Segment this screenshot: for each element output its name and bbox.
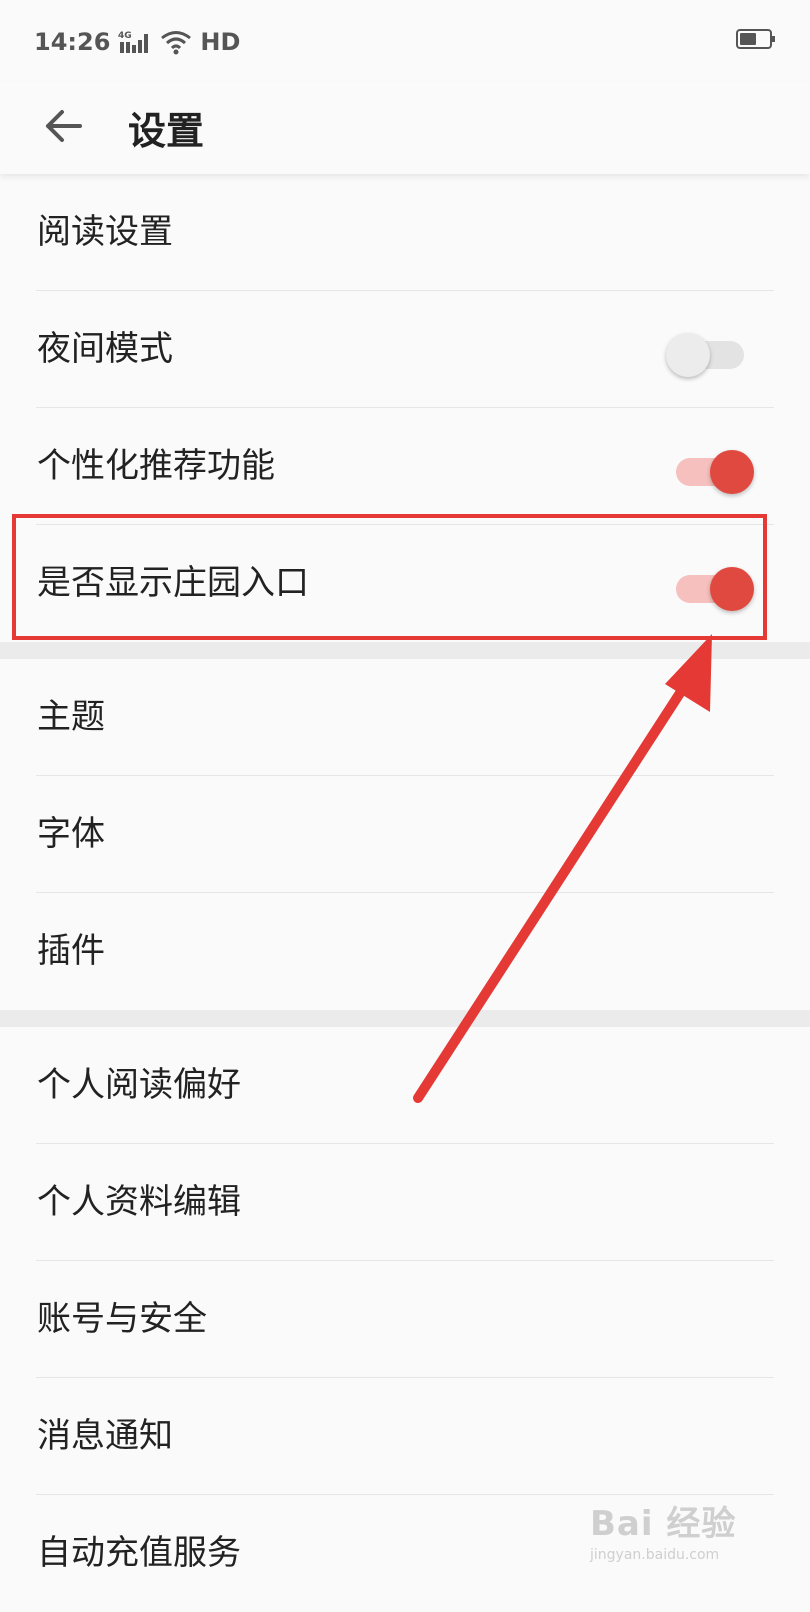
setting-label: 夜间模式 <box>37 329 173 369</box>
setting-show-manor-entry[interactable]: 是否显示庄园入口 <box>0 525 810 642</box>
setting-label: 主题 <box>37 697 105 737</box>
signal-icon: 4G <box>118 29 152 55</box>
night-mode-toggle[interactable] <box>666 331 748 377</box>
setting-label: 是否显示庄园入口 <box>37 563 309 603</box>
setting-label: 个人资料编辑 <box>37 1182 241 1222</box>
toggle-thumb <box>666 333 710 377</box>
status-left: 14:26 4G HD <box>34 22 240 62</box>
setting-theme[interactable]: 主题 <box>0 659 810 776</box>
setting-label: 字体 <box>37 814 105 854</box>
setting-plugins[interactable]: 插件 <box>0 893 810 1010</box>
toggle-thumb <box>710 450 754 494</box>
section-separator <box>0 642 810 659</box>
setting-label: 账号与安全 <box>37 1299 207 1339</box>
setting-label: 阅读设置 <box>37 212 173 252</box>
setting-label: 插件 <box>37 931 105 971</box>
hd-indicator: HD <box>200 28 241 56</box>
wifi-icon <box>160 29 192 55</box>
setting-reading[interactable]: 阅读设置 <box>0 174 810 291</box>
arrow-left-icon[interactable] <box>40 102 88 150</box>
setting-profile-edit[interactable]: 个人资料编辑 <box>0 1144 810 1261</box>
setting-label: 个性化推荐功能 <box>37 446 275 486</box>
recommendation-toggle[interactable] <box>672 448 754 494</box>
setting-notifications[interactable]: 消息通知 <box>0 1378 810 1495</box>
watermark-sub: jingyan.baidu.com <box>590 1547 720 1563</box>
setting-account-security[interactable]: 账号与安全 <box>0 1261 810 1378</box>
setting-label: 消息通知 <box>37 1416 173 1456</box>
toggle-thumb <box>710 567 754 611</box>
svg-text:4G: 4G <box>118 31 132 41</box>
settings-list: 阅读设置 夜间模式 个性化推荐功能 是否显示庄园入口 主题 字体 插件 个人阅读… <box>0 174 810 1612</box>
setting-night-mode[interactable]: 夜间模式 <box>0 291 810 408</box>
setting-reading-preference[interactable]: 个人阅读偏好 <box>0 1027 810 1144</box>
section-separator <box>0 1010 810 1027</box>
setting-label: 个人阅读偏好 <box>37 1065 241 1105</box>
status-time: 14:26 <box>34 28 111 56</box>
baidu-watermark: Bai 经验 jingyan.baidu.com <box>590 1496 790 1576</box>
manor-entry-toggle[interactable] <box>672 565 754 611</box>
page-title: 设置 <box>128 109 205 153</box>
setting-personalized-recommendation[interactable]: 个性化推荐功能 <box>0 408 810 525</box>
app-header: 设置 <box>0 82 810 174</box>
status-bar: 14:26 4G HD <box>0 0 810 82</box>
battery-icon <box>736 28 776 50</box>
setting-label: 自动充值服务 <box>37 1533 241 1573</box>
watermark-main: Bai 经验 <box>590 1504 737 1544</box>
setting-font[interactable]: 字体 <box>0 776 810 893</box>
